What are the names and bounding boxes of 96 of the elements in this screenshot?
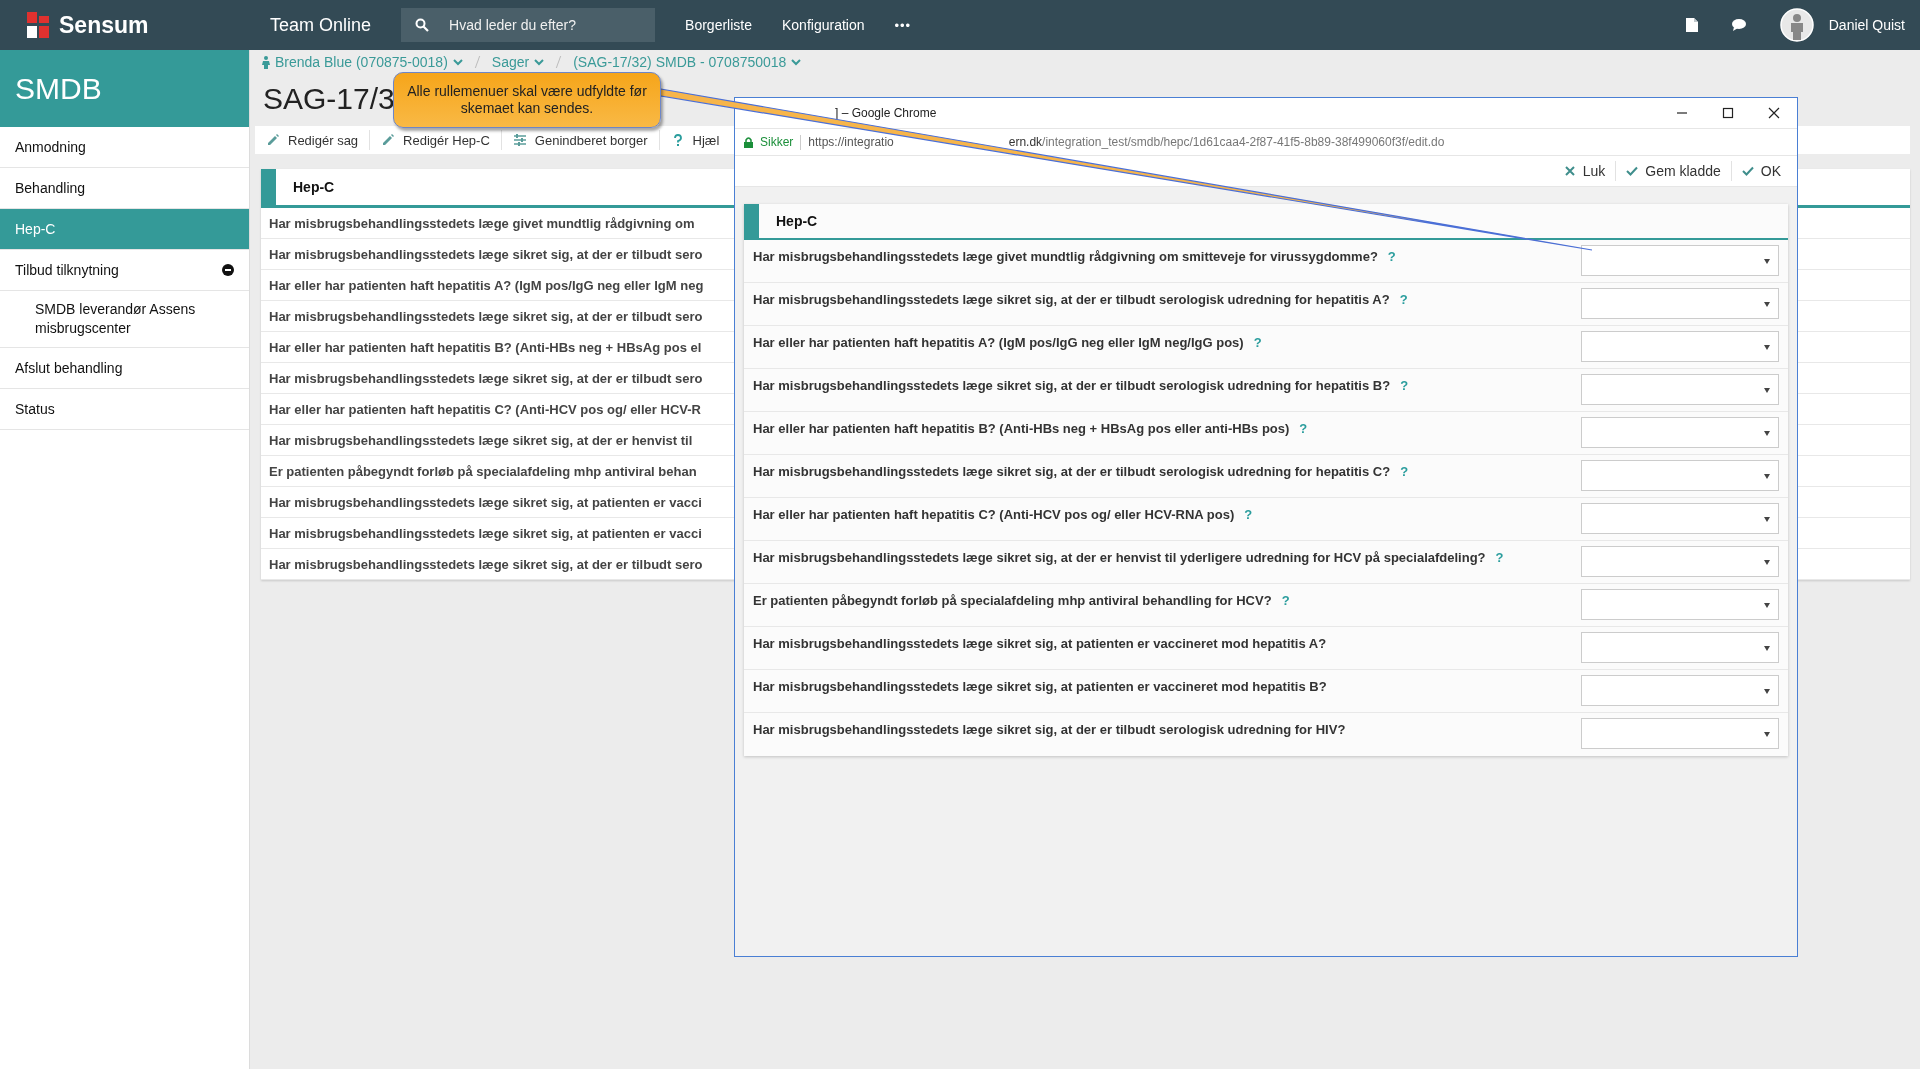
- chevron-icon: [452, 58, 463, 66]
- action-button[interactable]: Gem kladde: [1615, 161, 1731, 181]
- chevron-icon: [534, 58, 545, 66]
- check-icon: [1741, 165, 1754, 177]
- question-text: Har eller har patienten haft hepatitis A? (IgM pos/IgG neg eller IgM neg/IgG pos): [753, 335, 1244, 352]
- action-button[interactable]: Luk: [1553, 161, 1616, 181]
- dropdown-field[interactable]: [1581, 374, 1779, 405]
- question-text: Har misbrugsbehandlingsstedets læge sikret sig, at der er tilbudt serologisk udredning for hepatitis A?: [753, 292, 1390, 309]
- chevron-icon: [791, 58, 802, 66]
- sidebar-item[interactable]: Status: [0, 389, 249, 430]
- question-text: Har misbrugsbehandlingsstedets læge sikret sig, at der er tilbudt sero: [269, 246, 703, 262]
- user-name[interactable]: Daniel Quist: [1828, 17, 1905, 33]
- question-text: Har misbrugsbehandlingsstedets læge sikret sig, at der er tilbudt sero: [269, 308, 703, 324]
- check-icon: [1626, 165, 1639, 177]
- case-title: SAG-17/3: [263, 82, 395, 117]
- question-text: Er patienten påbegyndt forløb på specialafdeling mhp antiviral behandling for HCV?: [753, 593, 1272, 610]
- app-name: Team Online: [270, 14, 372, 36]
- caret-icon: [1764, 431, 1770, 436]
- caret-icon: [1764, 646, 1770, 651]
- lock-icon: [744, 136, 753, 148]
- question-text: Har misbrugsbehandlingsstedets læge sikret sig, at der er tilbudt sero: [269, 556, 703, 572]
- question-text: Har misbrugsbehandlingsstedets læge sikret sig, at patienten er vaccineret mod hepatitis A?: [753, 636, 1327, 653]
- question-text: Har misbrugsbehandlingsstedets læge sikret sig, at patienten er vacci: [269, 494, 702, 510]
- sidebar-item[interactable]: Anmodning: [0, 127, 249, 168]
- caret-icon: [1764, 732, 1770, 737]
- caret-icon: [1764, 603, 1770, 608]
- dropdown-field[interactable]: [1581, 589, 1779, 620]
- toolbar-button[interactable]: Redigér sag: [255, 130, 371, 150]
- action-button[interactable]: OK: [1730, 161, 1791, 181]
- question-text: Har misbrugsbehandlingsstedets læge sikret sig, at der er tilbudt serologisk udredning for hepatitis B?: [753, 378, 1391, 395]
- question-text: Har misbrugsbehandlingsstedets læge sikret sig, at patienten er vaccineret mod hepatitis B?: [753, 679, 1327, 696]
- panel-title: Hep-C: [293, 179, 335, 195]
- toolbar-button[interactable]: Genindberet borger: [501, 130, 660, 150]
- dropdown-field[interactable]: [1581, 632, 1779, 663]
- document-icon: [1685, 18, 1698, 32]
- question-text: Har misbrugsbehandlingsstedets læge sikret sig, at der er henvist til: [269, 432, 693, 448]
- more-menu[interactable]: •••: [894, 17, 912, 33]
- address-bar[interactable]: Sikker https://integratio ern.dk/integration_test/smdb/hepc/1d61caa4-2f87-41f5-8b89-38f499060f3f/edit.do: [735, 128, 1797, 156]
- pencil-icon: [381, 133, 396, 147]
- chat-icon: [1731, 19, 1746, 31]
- search-field[interactable]: Hvad leder du efter?: [401, 8, 656, 42]
- close-icon: [1563, 165, 1576, 177]
- question-text: Har misbrugsbehandlingsstedets læge sikret sig, at patienten er vacci: [269, 525, 702, 541]
- close-icon: [1768, 107, 1780, 119]
- person-icon: [262, 55, 270, 69]
- dropdown-field[interactable]: [1581, 718, 1779, 749]
- callout: Alle rullemenuer skal være udfyldte før skemaet kan sendes.: [393, 72, 661, 128]
- toolbar-button[interactable]: Hjæl: [659, 130, 720, 150]
- brand-name: Sensum: [59, 11, 149, 39]
- collapse-icon: [222, 264, 234, 276]
- caret-icon: [1764, 345, 1770, 350]
- dropdown-field[interactable]: [1581, 288, 1779, 319]
- question-text: Har misbrugsbehandlingsstedets læge givet mundtlig rådgivning om: [269, 215, 695, 231]
- caret-icon: [1764, 517, 1770, 522]
- question-text: Har eller har patienten haft hepatitis B? (Anti-HBs neg + HBsAg pos el: [269, 339, 702, 355]
- sidebar-item[interactable]: Afslut behandling: [0, 348, 249, 389]
- pencil-icon: [266, 133, 280, 147]
- dropdown-field[interactable]: [1581, 503, 1779, 534]
- question-text: Har misbrugsbehandlingsstedets læge sikret sig, at der er tilbudt serologisk udredning for HIV?: [753, 722, 1346, 739]
- question-text: Er patienten påbegyndt forløb på specialafdeling mhp antiviral behan: [269, 463, 697, 479]
- window-title: ] – Google Chrome: [835, 106, 937, 120]
- maximize-icon: [1722, 107, 1734, 119]
- toolbar-button[interactable]: Redigér Hep-C: [370, 130, 502, 150]
- question-text: Har eller har patienten haft hepatitis C? (Anti-HCV pos og/ eller HCV-R: [269, 401, 701, 417]
- url-text: ern.dk/integration_test/smdb/hepc/1d61caa4-2f87-41f5-8b89-38f499060f3f/edit.do: [1008, 135, 1445, 149]
- module-title: SMDB: [0, 50, 249, 127]
- panel-title: Hep-C: [776, 213, 818, 229]
- dropdown-field[interactable]: [1581, 460, 1779, 491]
- secure-label: Sikker: [760, 135, 794, 149]
- nav-link[interactable]: Borgerliste: [685, 17, 752, 33]
- dropdown-field[interactable]: [1581, 245, 1779, 276]
- caret-icon: [1764, 474, 1770, 479]
- question-text: Har misbrugsbehandlingsstedets læge givet mundtlig rådgivning om smitteveje for virussygdomme?: [753, 249, 1378, 266]
- question-text: Har eller har patienten haft hepatitis A? (IgM pos/IgG neg eller IgM neg: [269, 277, 704, 293]
- caret-icon: [1764, 259, 1770, 264]
- logo-icon: [27, 12, 49, 38]
- dropdown-field[interactable]: [1581, 331, 1779, 362]
- sliders-icon: [512, 133, 527, 147]
- sidebar-item[interactable]: Tilbud tilknytning: [0, 250, 249, 291]
- question-text: Har misbrugsbehandlingsstedets læge sikret sig, at der er tilbudt sero: [269, 370, 703, 386]
- question-text: Har misbrugsbehandlingsstedets læge sikret sig, at der er henvist til yderligere udredning for HCV på specialafdeling?: [753, 550, 1486, 567]
- question-text: Har eller har patienten haft hepatitis C? (Anti-HCV pos og/ eller HCV-RNA pos): [753, 507, 1235, 524]
- dropdown-field[interactable]: [1581, 417, 1779, 448]
- question-text: Har misbrugsbehandlingsstedets læge sikret sig, at der er tilbudt serologisk udredning for hepatitis C?: [753, 464, 1391, 481]
- avatar-icon: [1779, 8, 1814, 42]
- caret-icon: [1764, 560, 1770, 565]
- caret-icon: [1764, 302, 1770, 307]
- url-text: https://integratio: [808, 135, 894, 149]
- caret-icon: [1764, 689, 1770, 694]
- dropdown-field[interactable]: [1581, 675, 1779, 706]
- nav-link[interactable]: Konfiguration: [782, 17, 865, 33]
- dropdown-field[interactable]: [1581, 546, 1779, 577]
- search-icon: [415, 18, 430, 32]
- sidebar-item[interactable]: SMDB leverandør Assens misbrugscenter: [0, 291, 249, 348]
- question-text: Har eller har patienten haft hepatitis B? (Anti-HBs neg + HBsAg pos eller anti-HBs pos): [753, 421, 1290, 438]
- caret-icon: [1764, 388, 1770, 393]
